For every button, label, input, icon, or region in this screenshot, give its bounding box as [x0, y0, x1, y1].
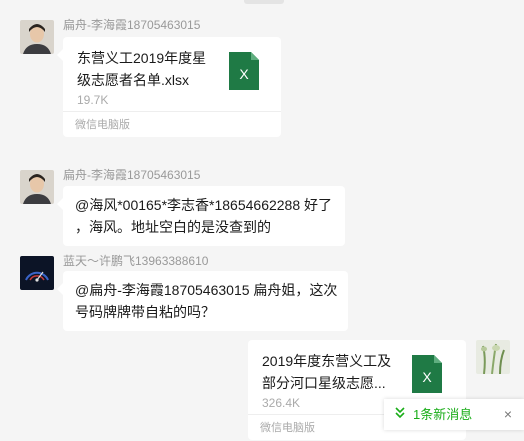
dashboard-avatar-icon	[20, 256, 54, 290]
person-avatar-icon	[20, 170, 54, 204]
person-avatar-icon	[20, 20, 54, 54]
message-text-line: ，海风。地址空白的是没查到的	[75, 219, 271, 235]
scroll-top-indicator	[244, 0, 284, 4]
file-name-line: 2019年度东营义工及	[262, 353, 392, 369]
avatar-sender-1[interactable]	[20, 20, 54, 54]
svg-text:X: X	[239, 66, 249, 82]
sender-name: 扁舟-李海霞18705463015	[63, 168, 201, 182]
plant-avatar-icon	[476, 340, 510, 374]
file-name-line: 部分河口星级志愿...	[262, 375, 386, 391]
message-text-line: @海风*00165*李志香*18654662288 好了	[75, 197, 333, 213]
avatar-sender-3[interactable]	[20, 256, 54, 290]
file-source: 微信电脑版	[63, 111, 281, 137]
svg-text:X: X	[422, 369, 432, 385]
double-chevron-down-icon	[395, 407, 405, 419]
message-text-line: 号码牌牌带自粘的吗？	[75, 304, 215, 320]
file-name-line: 级志愿者名单.xlsx	[77, 72, 189, 88]
new-message-label[interactable]: 1条新消息	[413, 406, 472, 423]
message-text-line: @扁舟-李海霞18705463015 扁舟姐，这次	[75, 282, 338, 298]
excel-file-icon: X	[229, 52, 259, 90]
file-size: 326.4K	[262, 396, 301, 410]
new-message-bar[interactable]: 1条新消息 ×	[384, 399, 524, 430]
close-icon[interactable]: ×	[500, 405, 516, 423]
file-size: 19.7K	[77, 93, 109, 107]
file-name-line: 东营义工2019年度星	[77, 50, 207, 66]
excel-file-icon: X	[412, 355, 442, 393]
file-name: 东营义工2019年度星 级志愿者名单.xlsx	[77, 47, 225, 91]
avatar-sender-2[interactable]	[20, 170, 54, 204]
sender-name: 蓝天～许鹏飞13963388610	[63, 254, 209, 268]
avatar-self[interactable]	[476, 340, 510, 374]
file-name: 2019年度东营义工及 部分河口星级志愿...	[262, 350, 410, 394]
text-bubble[interactable]: @海风*00165*李志香*18654662288 好了 ，海风。地址空白的是没…	[57, 186, 345, 246]
file-card[interactable]: 东营义工2019年度星 级志愿者名单.xlsx 19.7K X 微信电脑版	[57, 37, 281, 137]
sender-name: 扁舟-李海霞18705463015	[63, 18, 201, 32]
text-bubble[interactable]: @扁舟-李海霞18705463015 扁舟姐，这次 号码牌牌带自粘的吗？	[57, 271, 348, 331]
